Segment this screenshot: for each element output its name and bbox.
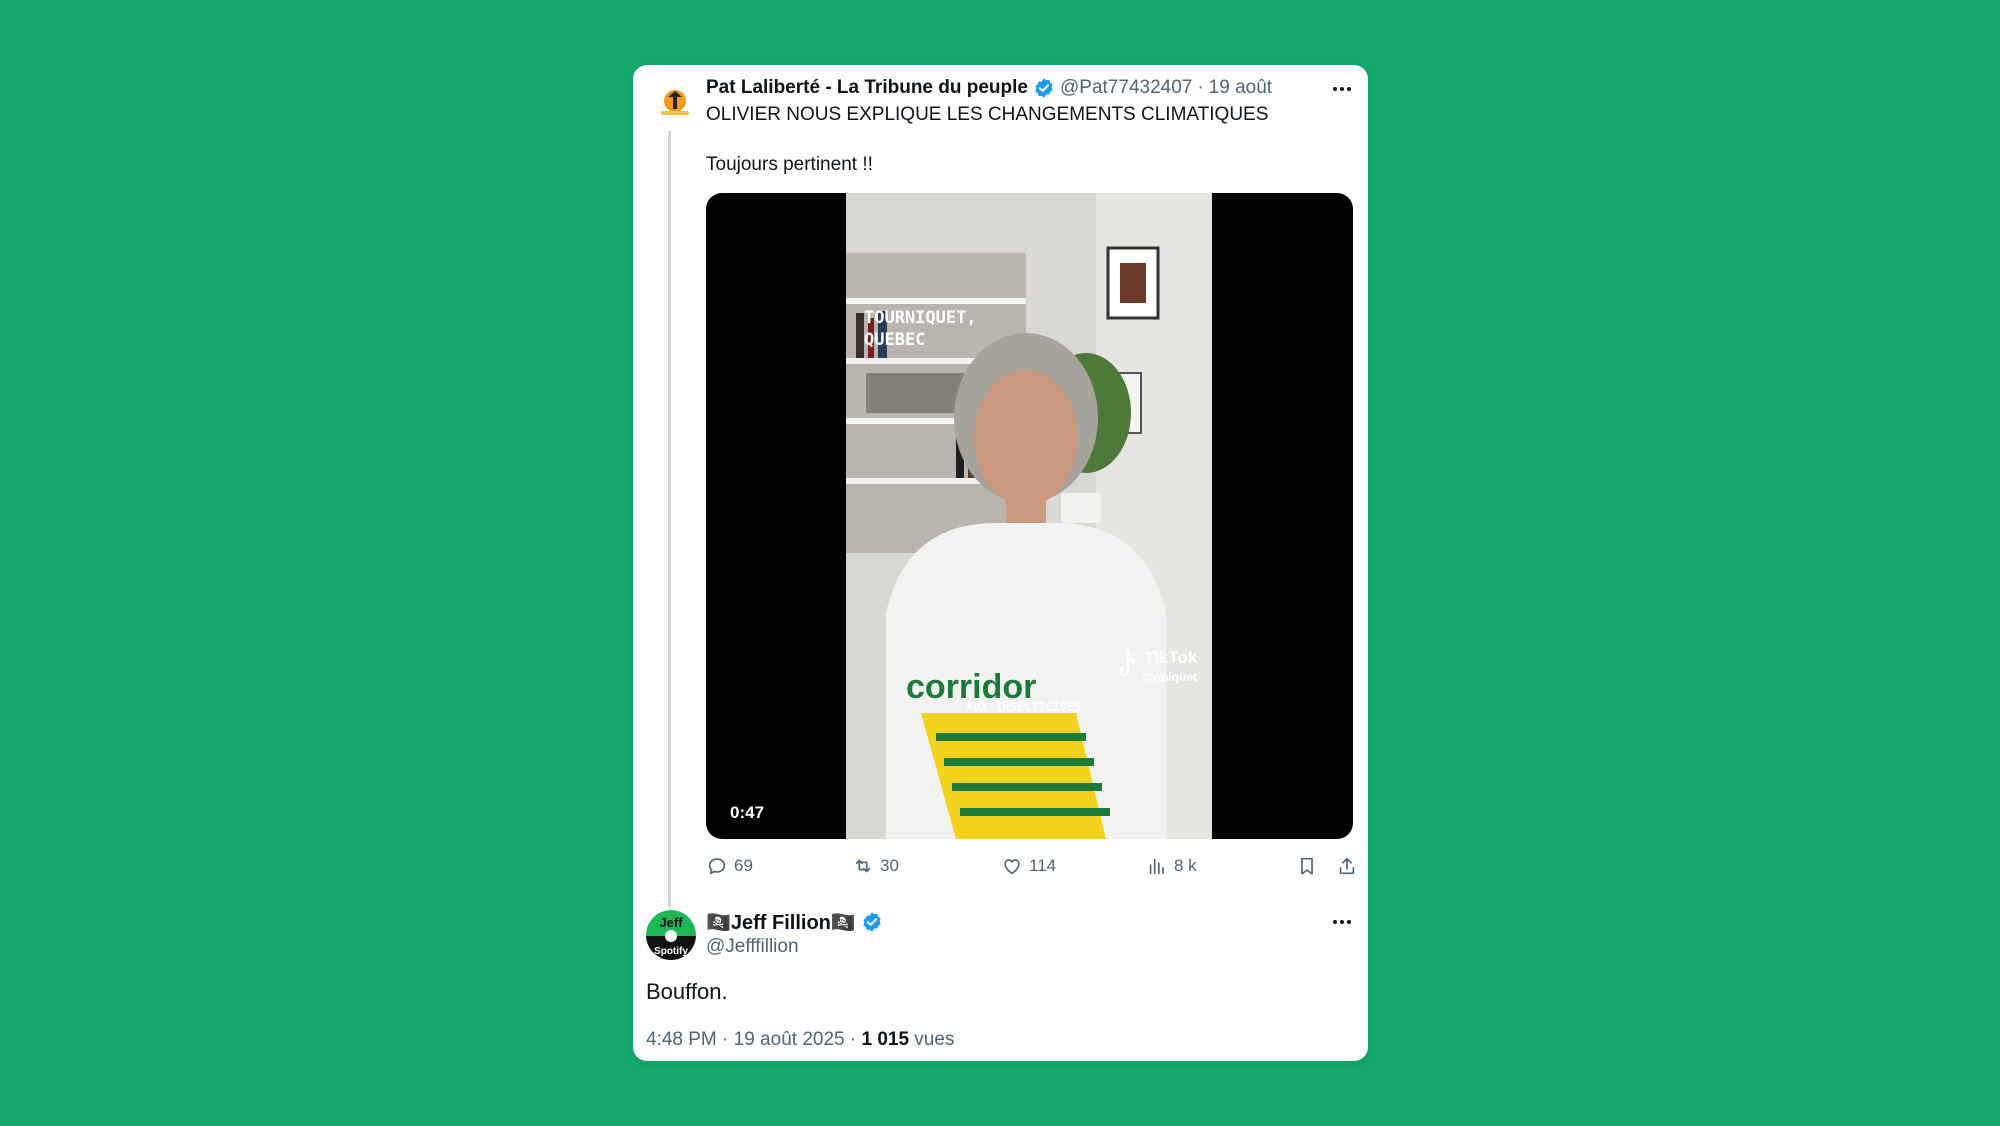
reply-more-options-icon[interactable] [1330,910,1354,934]
tiktok-label: TikTok [1144,648,1198,667]
author-handle[interactable]: @Pat77432407 [1060,77,1192,99]
repost-count: 30 [880,856,899,875]
video-frame: corridor AUX INSECTICIDES TOURNIQUET, QU… [846,193,1212,839]
reply-button[interactable]: 69 [706,855,753,877]
bookmark-button[interactable] [1296,855,1318,877]
share-button[interactable] [1336,855,1358,877]
reply-timestamp[interactable]: 4:48 PM · 19 août 2025 · [646,1029,861,1050]
overlay-title-2: QUEBEC [864,330,925,350]
avatar-text-bottom: Spotify [654,946,688,957]
author-name[interactable]: Pat Laliberté - La Tribune du peuple [706,77,1028,99]
tweet-actions: 69 30 114 8 k [706,855,1361,885]
reply-text: Bouffon. [646,979,728,1004]
reply-header: 🏴‍☠️Jeff Fillion🏴‍☠️ [706,910,888,934]
shirt-caption: AUX INSECTICIDES [966,700,1082,714]
views-count: 8 k [1174,856,1197,875]
reply-avatar-icon: Jeff Spotify [646,910,696,960]
bookmark-icon [1301,857,1313,875]
more-options-icon[interactable] [1330,77,1354,101]
overlay-title-1: TOURNIQUET, [864,308,977,328]
reply-views-label: vues [914,1029,955,1050]
reply-author-name[interactable]: 🏴‍☠️Jeff Fillion🏴‍☠️ [706,910,856,935]
author-avatar[interactable] [651,81,699,129]
repost-icon [855,859,871,873]
reply-author-handle[interactable]: @Jefffillion [706,936,799,958]
reply-footer: 4:48 PM · 19 août 2025 · 1 015 vues [646,1029,954,1051]
thread-line [668,131,671,907]
reply-count: 69 [734,856,753,875]
verified-badge-icon [863,912,881,932]
heart-icon [1004,859,1020,875]
reply-author-avatar[interactable]: Jeff Spotify [646,910,696,960]
share-icon [1339,857,1355,875]
tweet-card: Pat Laliberté - La Tribune du peuple @Pa… [633,65,1368,1061]
tweet-text-line2: Toujours pertinent !! [706,154,873,175]
avatar-logo-icon [651,81,699,129]
like-count: 114 [1029,856,1057,875]
repost-button[interactable]: 30 [852,855,899,877]
views-button[interactable]: 8 k [1146,855,1197,877]
video-thumbnail: corridor AUX INSECTICIDES TOURNIQUET, QU… [846,193,1212,839]
analytics-icon [1149,858,1164,875]
reply-views-count: 1 015 [861,1029,910,1050]
separator-dot: · [1197,77,1204,98]
tiktok-handle: @oniquet [1142,670,1197,684]
tweet-header: Pat Laliberté - La Tribune du peuple @Pa… [706,76,1272,100]
video-duration: 0:47 [730,803,765,822]
avatar-text-top: Jeff [659,915,683,930]
tweet-text-line1: OLIVIER NOUS EXPLIQUE LES CHANGEMENTS CL… [706,104,1269,125]
tweet-date[interactable]: 19 août [1209,77,1272,99]
reply-icon [708,858,726,875]
like-button[interactable]: 114 [1001,855,1056,877]
verified-badge-icon [1035,78,1053,98]
video-player[interactable]: corridor AUX INSECTICIDES TOURNIQUET, QU… [706,193,1353,839]
